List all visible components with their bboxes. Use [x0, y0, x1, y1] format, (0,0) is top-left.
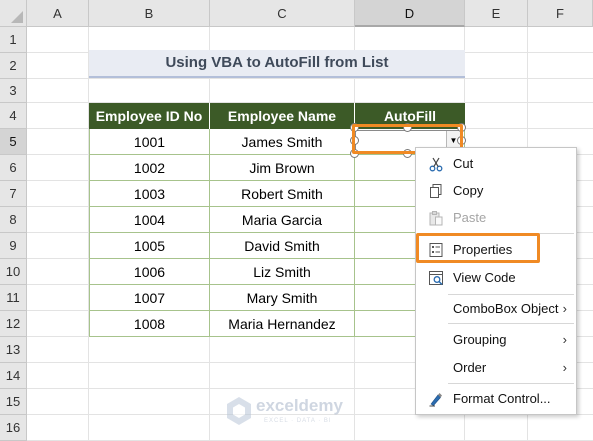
cell-employee-id[interactable]: 1001: [89, 129, 210, 155]
cell-employee-name[interactable]: Robert Smith: [210, 181, 355, 207]
view-code-icon: [429, 271, 443, 286]
column-header-a[interactable]: A: [27, 0, 89, 27]
cell-employee-name[interactable]: Mary Smith: [210, 285, 355, 311]
menu-label-combobox-object: ComboBox Object: [453, 301, 559, 316]
menu-item-copy[interactable]: Copy: [416, 178, 576, 204]
cell-employee-id[interactable]: 1004: [89, 207, 210, 233]
row-header-13[interactable]: 13: [0, 337, 27, 363]
clipboard-icon: [429, 211, 443, 226]
exceldemy-logo-icon: [227, 397, 251, 425]
menu-label-grouping: Grouping: [453, 332, 507, 347]
copy-icon: [430, 184, 442, 198]
select-all-corner[interactable]: [0, 0, 27, 27]
menu-separator: [448, 383, 574, 384]
row-header-16[interactable]: 16: [0, 415, 27, 441]
title-underline: [89, 76, 465, 78]
row-header-7[interactable]: 7: [0, 181, 27, 207]
menu-item-view-code[interactable]: View Code: [416, 265, 576, 291]
menu-item-cut[interactable]: Cut: [416, 151, 576, 177]
row-header-8[interactable]: 8: [0, 207, 27, 233]
watermark-name: exceldemy: [256, 396, 343, 415]
chevron-right-icon: ›: [562, 332, 567, 347]
column-header-d[interactable]: D: [355, 0, 465, 27]
chevron-right-icon: ›: [562, 360, 567, 375]
format-control-icon: [429, 393, 442, 407]
row-header-2[interactable]: 2: [0, 53, 27, 79]
menu-label-cut: Cut: [453, 156, 474, 171]
column-header-b[interactable]: B: [89, 0, 210, 27]
menu-item-order[interactable]: Order ›: [416, 355, 576, 381]
cell-employee-id[interactable]: 1002: [89, 155, 210, 181]
row-header-5[interactable]: 5: [0, 129, 27, 155]
menu-item-format-control[interactable]: Format Control...: [416, 386, 576, 412]
column-header-f[interactable]: F: [528, 0, 593, 27]
cell-employee-id[interactable]: 1006: [89, 259, 210, 285]
row-header-11[interactable]: 11: [0, 285, 27, 311]
column-header-e[interactable]: E: [465, 0, 528, 27]
cell-employee-id[interactable]: 1003: [89, 181, 210, 207]
row-header-1[interactable]: 1: [0, 27, 27, 53]
properties-highlight: [416, 233, 540, 263]
menu-label-copy: Copy: [453, 183, 484, 198]
row-header-15[interactable]: 15: [0, 389, 27, 415]
row-header-4[interactable]: 4: [0, 103, 27, 129]
chevron-right-icon: ›: [562, 301, 567, 316]
row-header-10[interactable]: 10: [0, 259, 27, 285]
row-header-14[interactable]: 14: [0, 363, 27, 389]
menu-label-order: Order: [453, 360, 487, 375]
menu-label-view-code: View Code: [453, 270, 516, 285]
watermark-tagline: EXCEL · DATA · BI: [264, 418, 332, 424]
menu-item-paste[interactable]: Paste: [416, 205, 576, 231]
row-header-9[interactable]: 9: [0, 233, 27, 259]
scissors-icon: [429, 157, 443, 172]
cell-employee-name[interactable]: Jim Brown: [210, 155, 355, 181]
menu-item-combobox-object[interactable]: ComboBox Object ›: [416, 296, 576, 322]
menu-item-grouping[interactable]: Grouping ›: [416, 327, 576, 353]
header-employee-name[interactable]: Employee Name: [210, 103, 355, 129]
menu-label-paste: Paste: [453, 210, 487, 225]
cell-employee-name[interactable]: Maria Garcia: [210, 207, 355, 233]
row-header-3[interactable]: 3: [0, 79, 27, 103]
cell-employee-name[interactable]: Maria Hernandez: [210, 311, 355, 337]
menu-separator: [448, 294, 574, 295]
cell-employee-name[interactable]: Liz Smith: [210, 259, 355, 285]
menu-label-format-control: Format Control...: [453, 391, 551, 406]
cell-employee-id[interactable]: 1005: [89, 233, 210, 259]
cell-employee-name[interactable]: James Smith: [210, 129, 355, 155]
sheet-title: Using VBA to AutoFill from List: [89, 50, 465, 76]
column-header-c[interactable]: C: [210, 0, 355, 27]
context-menu: Cut Copy Paste Properties View Code Comb…: [415, 147, 577, 415]
exceldemy-watermark: exceldemy EXCEL · DATA · BI: [226, 394, 376, 434]
row-header-6[interactable]: 6: [0, 155, 27, 181]
row-header-12[interactable]: 12: [0, 311, 27, 337]
cell-employee-name[interactable]: David Smith: [210, 233, 355, 259]
header-employee-id[interactable]: Employee ID No: [89, 103, 210, 129]
menu-separator: [448, 323, 574, 324]
cell-employee-id[interactable]: 1007: [89, 285, 210, 311]
cell-employee-id[interactable]: 1008: [89, 311, 210, 337]
